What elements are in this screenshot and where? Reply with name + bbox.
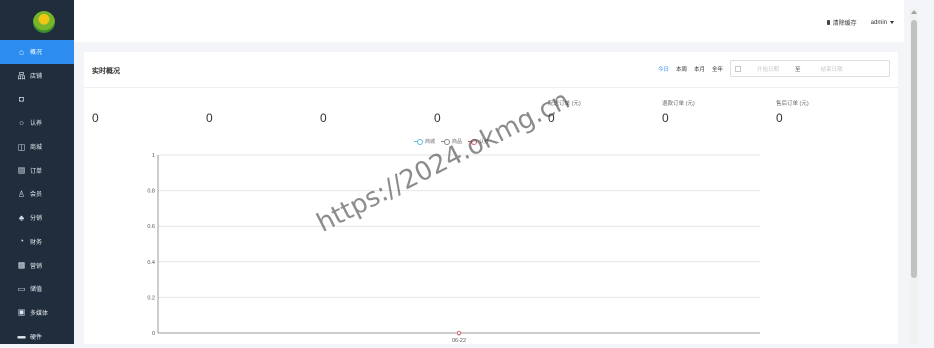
caret-down-icon	[890, 21, 894, 24]
data-point-3	[456, 330, 461, 335]
scrollbar-thumb[interactable]	[911, 20, 917, 278]
box-icon: ◘	[19, 94, 24, 104]
sidebar-item-label: 分销	[30, 216, 43, 223]
logo-icon[interactable]	[33, 11, 55, 33]
sidebar-item-7[interactable]: ♙ 会员	[0, 182, 74, 206]
line-chart: 0 0.2 0.4 0.6 0.8 1 06-22	[147, 153, 760, 344]
sidebar-item-label: 订单	[30, 168, 43, 175]
shop-icon: 品	[17, 71, 26, 81]
sidebar-item-8[interactable]: ♣ 分销	[0, 206, 74, 230]
sidebar-item-10[interactable]: ▦ 营销	[0, 253, 74, 277]
scroll-up-arrow-icon[interactable]	[911, 10, 917, 14]
hardware-icon: ▬	[17, 331, 26, 341]
home-icon: ⌂	[19, 47, 24, 57]
sidebar-item-12[interactable]: ▣ 多媒体	[0, 301, 74, 325]
sidebar-item-label: 商城	[30, 145, 43, 152]
sidebar-item-2[interactable]: 品店铺	[0, 64, 74, 88]
store-icon: ◫	[17, 142, 26, 152]
username: admin	[870, 19, 887, 26]
broom-icon	[826, 20, 830, 25]
sidebar-item-3[interactable]: ◘	[0, 87, 74, 111]
sidebar-item-label: 概况	[30, 50, 43, 57]
sidebar-item-label: 会员	[30, 192, 43, 199]
y-tick-label: 0.6	[147, 224, 155, 230]
y-tick-label: 0.2	[147, 295, 155, 301]
sidebar: ⌂ 概况品店铺 ◘ ○ 认养 ◫ 商城 ▤ 订单 ♙ 会员 ♣ 分销 ◔ 财务 ▦ 营销 ▭ 储值 ▣ 多媒体 ▬ 硬件	[0, 0, 74, 344]
top-bar: 清除缓存 admin	[74, 0, 904, 42]
clear-cache-button[interactable]: 清除缓存	[826, 18, 857, 27]
sidebar-item-5[interactable]: ◫ 商城	[0, 135, 74, 159]
user-menu[interactable]: admin	[871, 20, 894, 26]
ad-icon: ▦	[17, 260, 26, 270]
overview-card: 实时概况 今日 本周 本月 全年 开始日期 至 结束日期 0 0 0 0 配送订…	[84, 52, 898, 344]
sidebar-item-label: 多媒体	[30, 310, 49, 317]
scrollbar[interactable]	[910, 8, 918, 344]
user-icon: ♙	[17, 189, 26, 199]
clear-cache-label: 清除缓存	[832, 21, 857, 27]
y-tick-label: 0.4	[147, 260, 155, 266]
sidebar-item-9[interactable]: ◔ 财务	[0, 230, 74, 254]
circle-icon: ○	[19, 118, 24, 128]
sidebar-item-4[interactable]: ○ 认养	[0, 111, 74, 135]
y-tick-label: 0.8	[147, 189, 155, 195]
sidebar-item-11[interactable]: ▭ 储值	[0, 277, 74, 301]
sidebar-item-label: 认养	[30, 121, 43, 128]
device-icon: ▭	[17, 284, 26, 294]
sidebar-item-1[interactable]: ⌂ 概况	[0, 40, 74, 64]
sidebar-item-label: 储值	[30, 287, 43, 294]
sidebar-item-label: 硬件	[30, 334, 43, 341]
sidebar-item-label: 店铺	[30, 74, 43, 81]
sidebar-item-6[interactable]: ▤ 订单	[0, 158, 74, 182]
sidebar-item-label: 营销	[30, 263, 43, 270]
x-tick-label: 06-22	[452, 338, 466, 344]
sidebar-menu: ⌂ 概况品店铺 ◘ ○ 认养 ◫ 商城 ▤ 订单 ♙ 会员 ♣ 分销 ◔ 财务 ▦ 营销 ▭ 储值 ▣ 多媒体 ▬ 硬件	[0, 40, 74, 348]
y-tick-label: 0	[152, 331, 155, 337]
sidebar-item-13[interactable]: ▬ 硬件	[0, 324, 74, 348]
sidebar-item-label: 财务	[30, 239, 43, 246]
y-tick-label: 1	[152, 153, 155, 159]
media-icon: ▣	[17, 307, 26, 317]
tree-icon: ♣	[18, 213, 25, 223]
pie-icon: ◔	[19, 236, 24, 246]
order-icon: ▤	[17, 165, 26, 175]
